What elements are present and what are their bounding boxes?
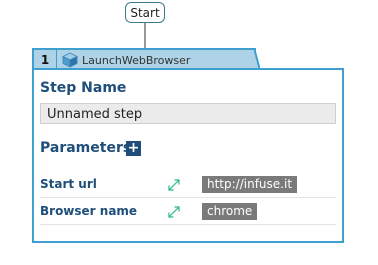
parameter-value[interactable]: http://infuse.it	[202, 176, 298, 193]
parameter-label: Start url	[40, 177, 97, 191]
step-card: Step Name Unnamed step Parameters + Star…	[32, 68, 344, 243]
step-name-title: Step Name	[40, 80, 127, 96]
tab-corner	[254, 48, 260, 70]
step-name-field[interactable]: Unnamed step	[40, 103, 336, 124]
expand-link-icon[interactable]	[166, 204, 182, 220]
start-node[interactable]: Start	[125, 2, 165, 23]
cube-icon	[62, 52, 80, 68]
parameter-row-start-url: Start url http://infuse.it	[40, 173, 336, 198]
step-header-tab[interactable]: 1 LaunchWebBrowser	[32, 48, 256, 70]
workflow-canvas: Start 1 LaunchWebBrowser Step Name Unnam…	[0, 0, 378, 265]
parameter-row-browser-name: Browser name chrome	[40, 200, 336, 225]
expand-link-icon[interactable]	[166, 177, 182, 193]
step-type-label: LaunchWebBrowser	[82, 53, 191, 67]
add-parameter-button[interactable]: +	[126, 141, 141, 156]
parameters-title: Parameters	[40, 140, 132, 156]
parameter-label: Browser name	[40, 204, 138, 218]
parameter-value[interactable]: chrome	[202, 203, 258, 220]
connector-line	[144, 23, 146, 48]
step-number: 1	[34, 50, 57, 70]
